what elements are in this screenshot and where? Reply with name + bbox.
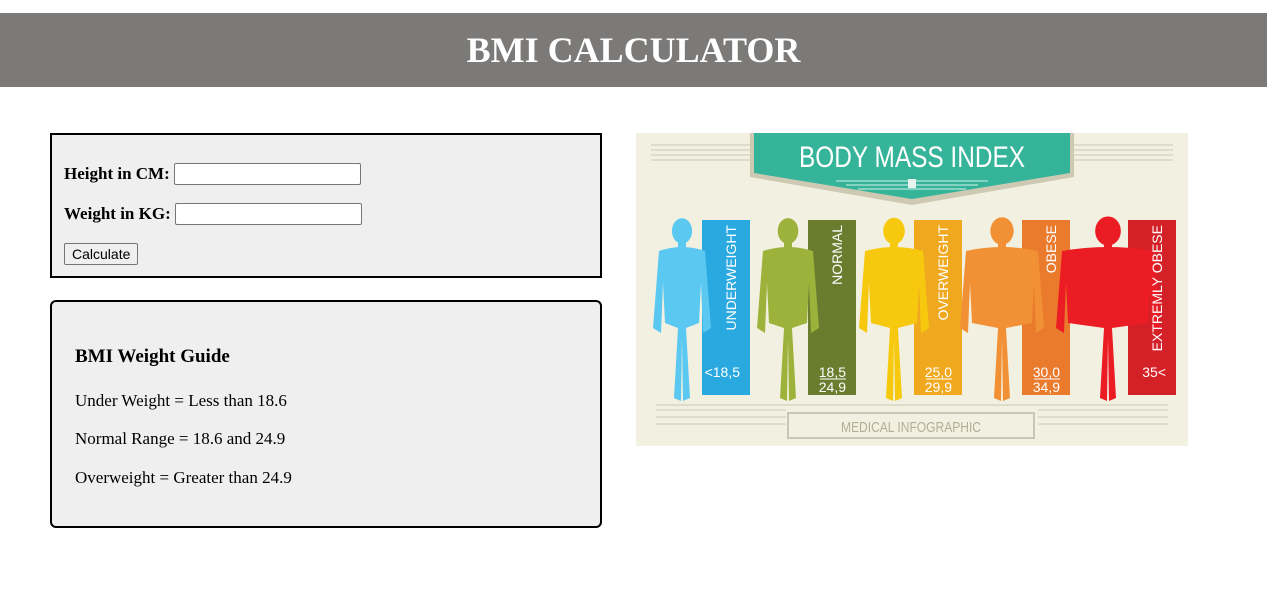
category-range-bottom: 34,9 bbox=[1033, 379, 1060, 395]
height-label: Height in CM: bbox=[64, 164, 170, 183]
calculate-button[interactable]: Calculate bbox=[64, 243, 139, 265]
app-header: BMI CALCULATOR bbox=[0, 13, 1267, 87]
infographic-graphic: BODY MASS INDEX UNDERWEIGHT <18,5 NORMAL 18… bbox=[651, 133, 1176, 439]
weight-icon bbox=[908, 179, 916, 188]
category-range-top: 30,0 bbox=[1033, 364, 1060, 380]
category-4: EXTREMLY OBESE 35< bbox=[1056, 216, 1176, 401]
category-label: EXTREMLY OBESE bbox=[1149, 225, 1165, 351]
height-input[interactable] bbox=[173, 163, 361, 185]
guide-underweight: Under Weight = Less than 18.6 bbox=[75, 391, 287, 410]
weight-label: Weight in KG: bbox=[64, 204, 171, 223]
guide-title: BMI Weight Guide bbox=[75, 346, 230, 367]
category-range-top: 35< bbox=[1142, 364, 1166, 380]
category-3: OBESE 30,034,9 bbox=[960, 217, 1070, 401]
category-label: UNDERWEIGHT bbox=[723, 225, 739, 331]
weight-input[interactable] bbox=[174, 203, 362, 225]
category-range-top: 25,0 bbox=[925, 364, 952, 380]
guide-overweight: Overweight = Greater than 24.9 bbox=[75, 468, 292, 487]
category-1: NORMAL 18,524,9 bbox=[757, 218, 856, 401]
category-label: OVERWEIGHT bbox=[935, 225, 951, 321]
category-range-bottom: 24,9 bbox=[819, 379, 846, 395]
bmi-infographic-image: BODY MASS INDEX UNDERWEIGHT <18,5 NORMAL 18… bbox=[636, 133, 1188, 446]
infographic-footer: MEDICAL INFOGRAPHIC bbox=[841, 419, 981, 436]
height-row: Height in CM: bbox=[64, 163, 361, 185]
category-range-top: <18,5 bbox=[705, 364, 741, 380]
guide-normal: Normal Range = 18.6 and 24.9 bbox=[75, 429, 286, 448]
infographic-title: BODY MASS INDEX bbox=[799, 141, 1025, 174]
category-label: OBESE bbox=[1043, 225, 1059, 273]
bmi-weight-guide: BMI Weight Guide Under Weight = Less tha… bbox=[50, 300, 602, 528]
category-2: OVERWEIGHT 25,029,9 bbox=[859, 217, 962, 401]
category-0: UNDERWEIGHT <18,5 bbox=[653, 218, 750, 401]
weight-row: Weight in KG: bbox=[64, 203, 362, 225]
category-range-bottom: 29,9 bbox=[925, 379, 952, 395]
category-label: NORMAL bbox=[829, 225, 845, 285]
category-range-top: 18,5 bbox=[819, 364, 846, 380]
bmi-form: Height in CM: Weight in KG: Calculate bbox=[50, 133, 602, 278]
page-title: BMI CALCULATOR bbox=[466, 30, 801, 70]
category-group: UNDERWEIGHT <18,5 NORMAL 18,524,9 OVERWEIGHT… bbox=[653, 216, 1176, 401]
